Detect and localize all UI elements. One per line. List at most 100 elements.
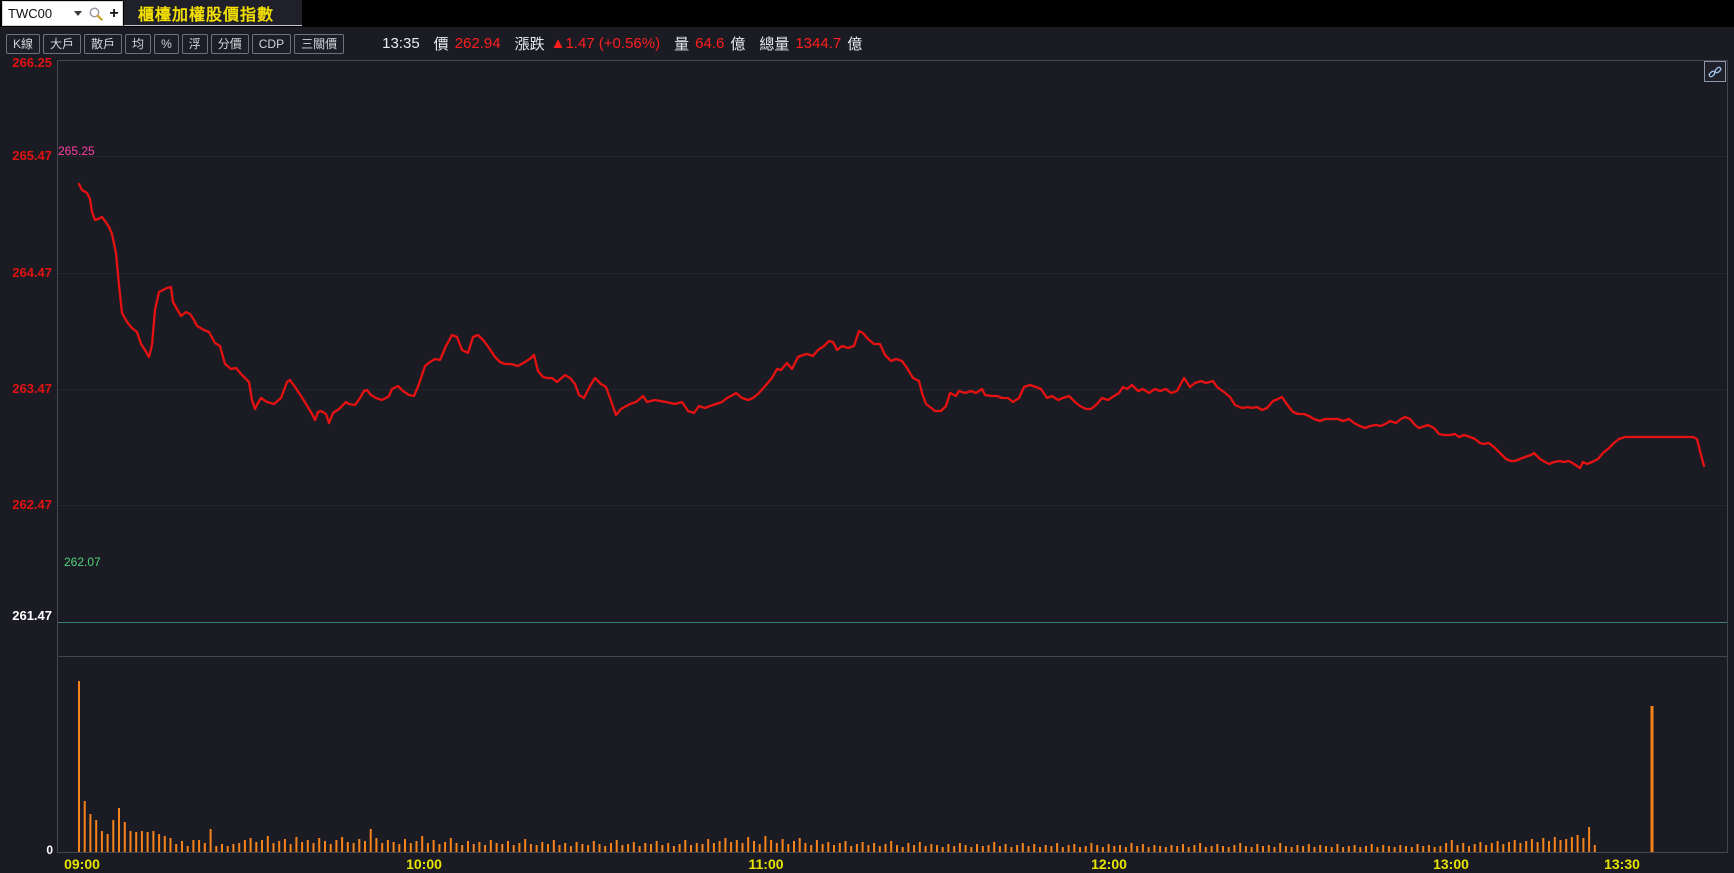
price-axis-label: 266.25 — [0, 56, 52, 69]
volume-bar — [804, 843, 806, 852]
volume-bar — [198, 840, 200, 852]
symbol-search-box: + — [2, 1, 123, 26]
intraday-chart-canvas[interactable] — [0, 0, 1734, 873]
price-gridline — [58, 505, 1727, 506]
volume-bar — [1502, 844, 1504, 852]
volume-bar — [1171, 845, 1173, 852]
time-axis-label: 10:00 — [406, 856, 442, 872]
volume-bar — [862, 842, 864, 852]
volume-bar — [1428, 845, 1430, 852]
volume-bar — [438, 844, 440, 852]
volume-bar — [1571, 837, 1573, 852]
price-pane-top-border — [57, 60, 1728, 61]
toolbar-button-3[interactable]: 均 — [125, 34, 151, 54]
volume-bar — [181, 841, 183, 852]
volume-bar — [616, 840, 618, 852]
toolbar-button-4[interactable]: % — [154, 34, 179, 54]
volume-bar — [255, 842, 257, 852]
volume-bar — [1045, 845, 1047, 852]
volume-bar — [621, 845, 623, 852]
quote-time: 13:35 — [382, 35, 420, 52]
volume-bar — [427, 843, 429, 852]
low-price-annotation: 262.07 — [64, 556, 101, 568]
volume-bar — [1193, 845, 1195, 852]
volume-bar — [553, 840, 555, 852]
volume-bar — [810, 845, 812, 852]
volume-bar — [318, 838, 320, 852]
volume-value: 64.6 — [695, 35, 724, 52]
volume-zero-label: 0 — [3, 843, 53, 857]
price-axis-label: 265.47 — [0, 149, 52, 162]
volume-bar — [307, 840, 309, 852]
volume-bar — [421, 836, 423, 852]
volume-bar — [238, 843, 240, 852]
toolbar-button-8[interactable]: 三關價 — [294, 34, 344, 54]
volume-bar — [644, 843, 646, 852]
price-axis-label: 263.47 — [0, 382, 52, 395]
toolbar-button-0[interactable]: K線 — [6, 34, 40, 54]
volume-bar — [478, 842, 480, 852]
time-axis-label: 12:00 — [1091, 856, 1127, 872]
volume-bar — [1005, 844, 1007, 852]
chart-left-border — [57, 60, 58, 853]
volume-bar — [467, 841, 469, 852]
price-gridline — [58, 273, 1727, 274]
volume-bar — [1182, 844, 1184, 852]
toolbar-button-6[interactable]: 分價 — [211, 34, 249, 54]
volume-bar — [827, 842, 829, 852]
volume-bar — [244, 840, 246, 852]
time-axis-label: 13:30 — [1604, 856, 1640, 872]
toolbar-button-7[interactable]: CDP — [252, 34, 291, 54]
volume-bar — [1565, 839, 1567, 852]
change-value: ▲1.47 (+0.56%) — [551, 35, 661, 52]
volume-bar — [1216, 844, 1218, 852]
volume-bar — [1279, 843, 1281, 852]
chart-right-border — [1727, 60, 1728, 853]
volume-bar — [1577, 835, 1579, 852]
toolbar-button-5[interactable]: 浮 — [182, 34, 208, 54]
volume-bar — [496, 843, 498, 852]
volume-bar — [1239, 843, 1241, 852]
volume-bar — [1417, 844, 1419, 852]
volume-bar — [1068, 845, 1070, 852]
volume-bar — [890, 841, 892, 852]
volume-bar — [782, 839, 784, 852]
volume-bar — [656, 841, 658, 852]
volume-bar — [398, 844, 400, 852]
volume-bar — [381, 843, 383, 852]
volume-bar — [124, 822, 126, 852]
symbol-search-button[interactable] — [86, 2, 106, 25]
time-axis-label: 09:00 — [64, 856, 100, 872]
volume-bar — [919, 842, 921, 852]
volume-bar — [450, 838, 452, 852]
volume-bar — [490, 840, 492, 852]
volume-bar — [518, 843, 520, 852]
add-symbol-button[interactable]: + — [106, 2, 122, 25]
volume-bar — [1296, 845, 1298, 852]
volume-bar — [416, 841, 418, 852]
toolbar-row: K線大戶散戶均%浮分價CDP三關價 13:35 價 262.94 漲跌 ▲1.4… — [0, 27, 1734, 60]
volume-bar — [141, 831, 143, 852]
volume-bar — [747, 837, 749, 852]
toolbar-button-1[interactable]: 大戶 — [43, 34, 81, 54]
symbol-dropdown-button[interactable] — [70, 2, 86, 25]
toolbar-button-2[interactable]: 散戶 — [84, 34, 122, 54]
volume-bar — [1131, 843, 1133, 852]
volume-bar — [822, 844, 824, 852]
price-gridline — [58, 389, 1727, 390]
reference-price-line — [58, 622, 1727, 623]
volume-bar — [730, 842, 732, 852]
volume-bar — [1268, 845, 1270, 852]
volume-bar — [358, 839, 360, 852]
link-chart-button[interactable] — [1704, 61, 1726, 82]
volume-bar — [650, 844, 652, 852]
tab-index-name[interactable]: 櫃檯加權股價指數 — [124, 0, 302, 26]
volume-bar — [959, 843, 961, 852]
volume-bar — [290, 844, 292, 852]
volume-bar — [770, 840, 772, 852]
symbol-input[interactable] — [3, 6, 70, 21]
volume-bar — [856, 844, 858, 852]
volume-bar — [896, 845, 898, 852]
volume-bar — [456, 843, 458, 852]
volume-bar — [776, 843, 778, 852]
